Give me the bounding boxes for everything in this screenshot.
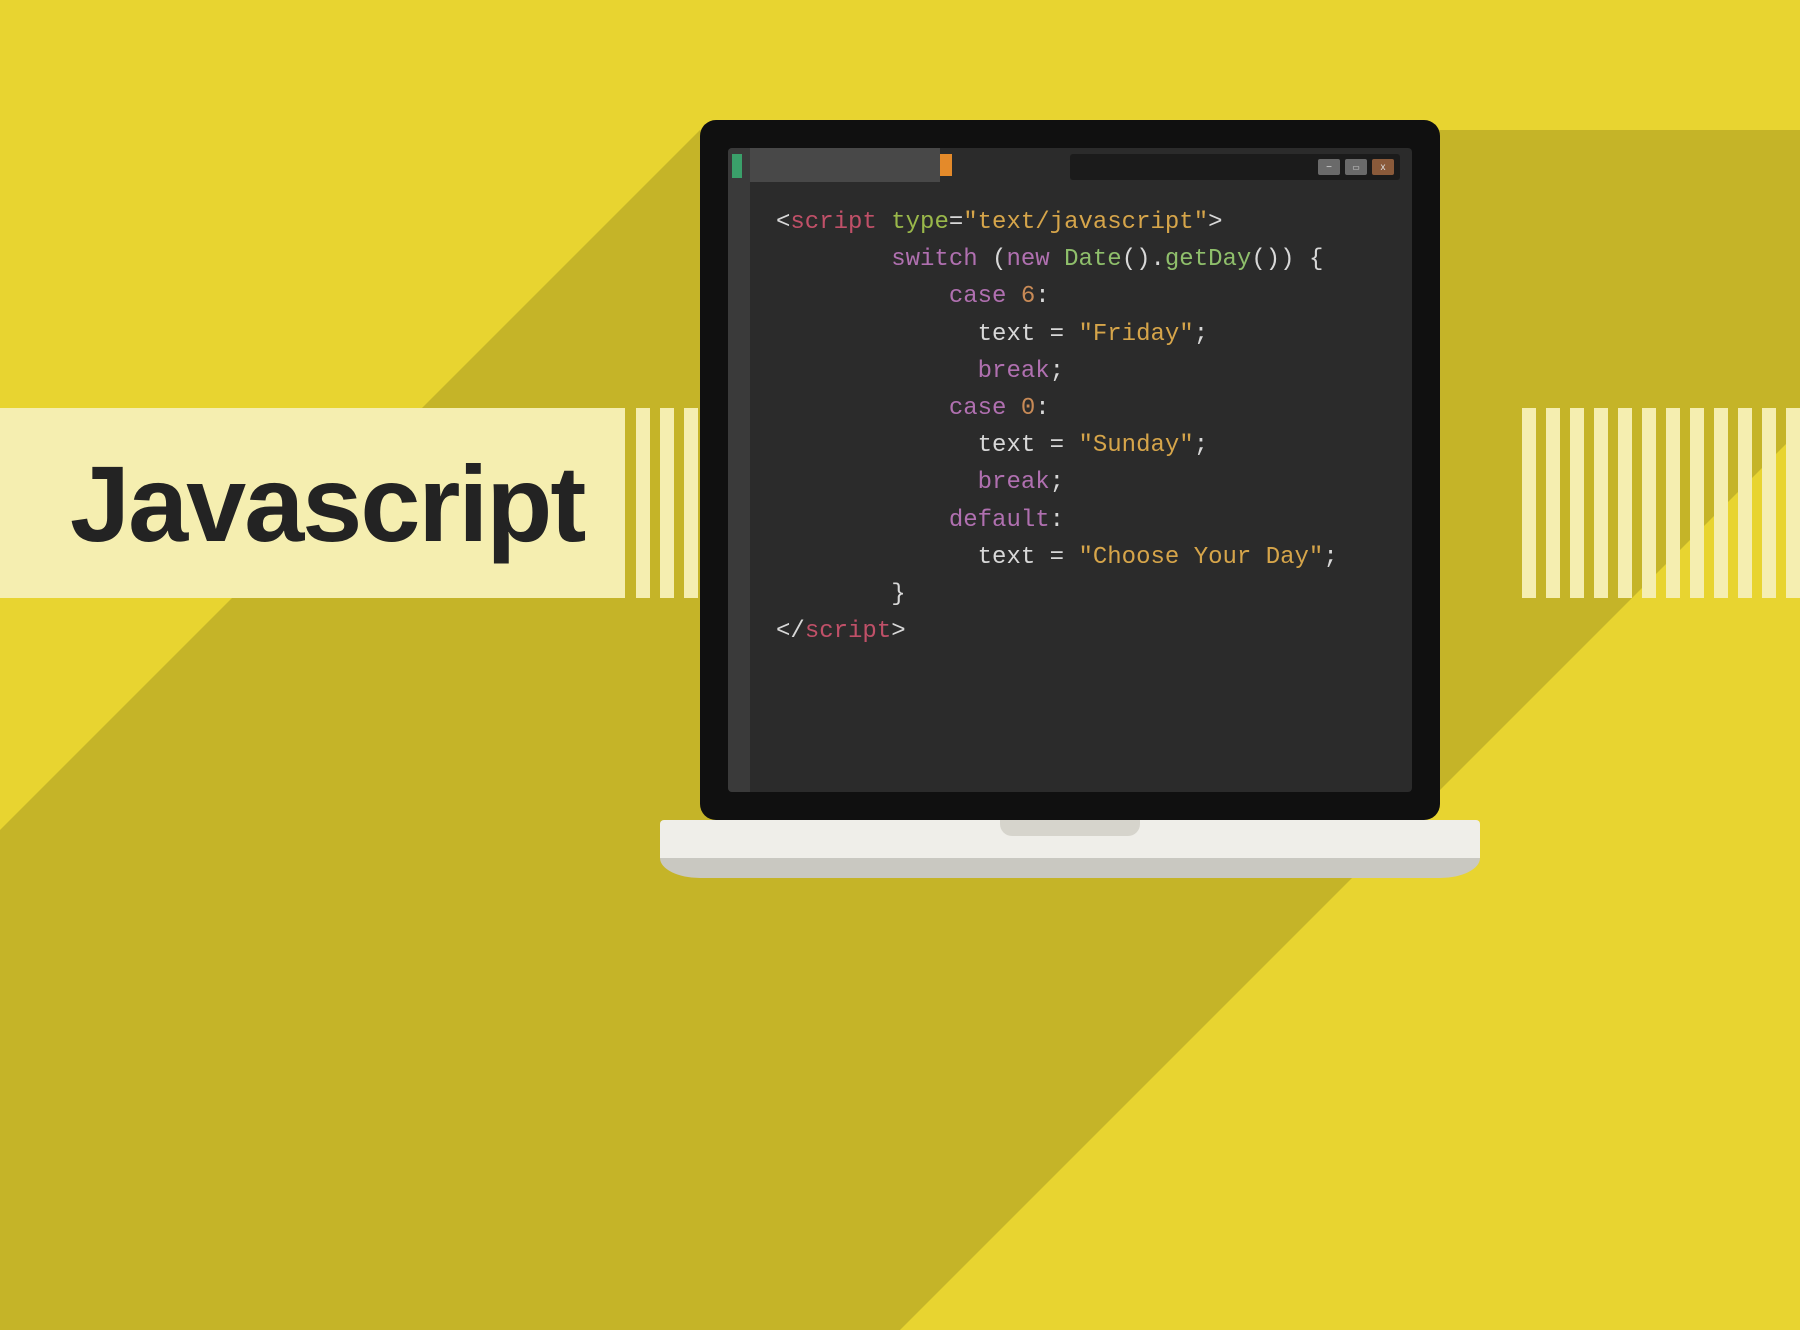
title-text: Javascript (70, 441, 584, 566)
tab-modified-icon (940, 154, 952, 176)
gutter-marker-icon (732, 154, 742, 178)
editor-gutter (728, 148, 750, 792)
trackpad-notch-icon (1000, 820, 1140, 836)
decorative-bars-right (1522, 408, 1800, 598)
code-block: <script type="text/javascript"> switch (… (776, 204, 1392, 650)
window-controls (1070, 154, 1400, 180)
editor-tab[interactable] (750, 148, 940, 182)
tab-strip (750, 148, 1412, 182)
close-button[interactable] (1372, 159, 1394, 175)
decorative-bars-left (636, 408, 698, 598)
laptop-base (660, 820, 1480, 890)
laptop: <script type="text/javascript"> switch (… (700, 120, 1440, 890)
minimize-button[interactable] (1318, 159, 1340, 175)
title-banner: Javascript (0, 408, 625, 598)
screen-bezel: <script type="text/javascript"> switch (… (700, 120, 1440, 820)
code-editor: <script type="text/javascript"> switch (… (728, 148, 1412, 792)
maximize-button[interactable] (1345, 159, 1367, 175)
